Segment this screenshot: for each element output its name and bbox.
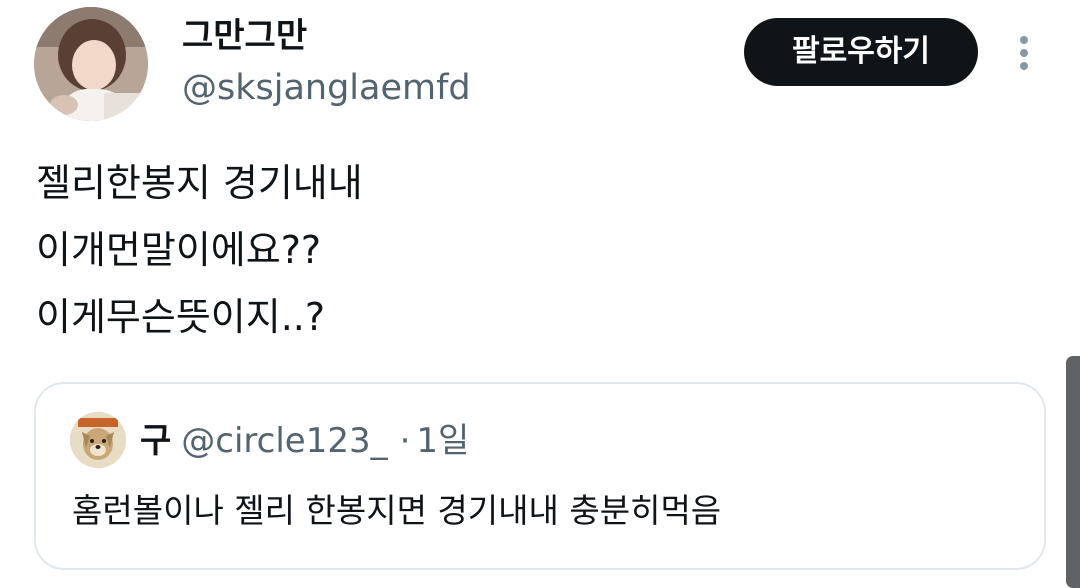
author-avatar-image <box>34 7 148 121</box>
tweet-line: 이개먼말이에요?? <box>36 228 322 272</box>
tweet-text: 젤리한봉지 경기내내 이개먼말이에요?? 이게무슨뜻이지..? <box>36 150 363 351</box>
quoted-author-avatar-image <box>70 412 126 468</box>
quoted-tweet-time[interactable]: 1일 <box>416 421 469 461</box>
follow-button[interactable]: 팔로우하기 <box>744 18 978 86</box>
quoted-author-avatar[interactable] <box>70 412 126 468</box>
scrollbar[interactable] <box>1066 356 1080 588</box>
quoted-tweet-card[interactable]: 구 @circle123_ · 1일 홈런볼이나 젤리 한봉지면 경기내내 충분히먹음 <box>34 382 1046 570</box>
more-vertical-icon[interactable] <box>1010 32 1038 74</box>
meta-separator: · <box>399 421 411 461</box>
author-avatar[interactable] <box>34 7 148 121</box>
quoted-author-handle[interactable]: @circle123_ <box>181 421 387 461</box>
quoted-tweet-meta: 구 @circle123_ · 1일 <box>140 418 469 464</box>
tweet-line: 젤리한봉지 경기내내 <box>36 161 363 205</box>
author-handle[interactable]: @sksjanglaemfd <box>182 65 471 111</box>
quoted-tweet-text: 홈런볼이나 젤리 한봉지면 경기내내 충분히먹음 <box>72 491 722 530</box>
quoted-author-display-name[interactable]: 구 <box>140 421 171 461</box>
tweet-line: 이게무슨뜻이지..? <box>36 295 326 339</box>
author-display-name[interactable]: 그만그만 <box>182 14 307 58</box>
